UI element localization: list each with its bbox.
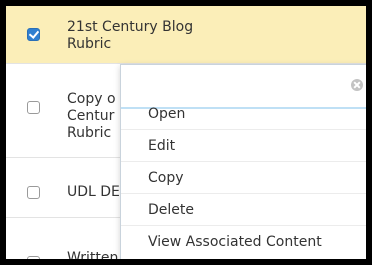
row-title[interactable]: UDL DE [67,184,120,201]
menu-item-copy[interactable]: Copy [121,162,366,194]
menu-item-open[interactable]: Open [121,98,366,130]
row-checkbox[interactable] [27,28,40,41]
row-checkbox[interactable] [27,256,40,259]
row-title[interactable]: 21st Century Blog Rubric [67,19,193,53]
close-icon[interactable] [351,79,363,91]
menu-item-delete[interactable]: Delete [121,194,366,226]
row-title[interactable]: Written [67,250,118,259]
row-checkbox[interactable] [27,186,40,199]
list-item[interactable]: 21st Century Blog Rubric [6,6,366,64]
row-title[interactable]: Copy o Centur Rubric [67,91,116,142]
row-checkbox[interactable] [27,101,40,114]
menu-item-edit[interactable]: Edit [121,130,366,162]
context-menu: Open Edit Copy Delete View Associated Co… [120,64,366,259]
menu-item-view-associated-content[interactable]: View Associated Content [121,226,366,258]
screenshot-frame: 21st Century Blog Rubric Copy o Centur R… [0,0,372,265]
